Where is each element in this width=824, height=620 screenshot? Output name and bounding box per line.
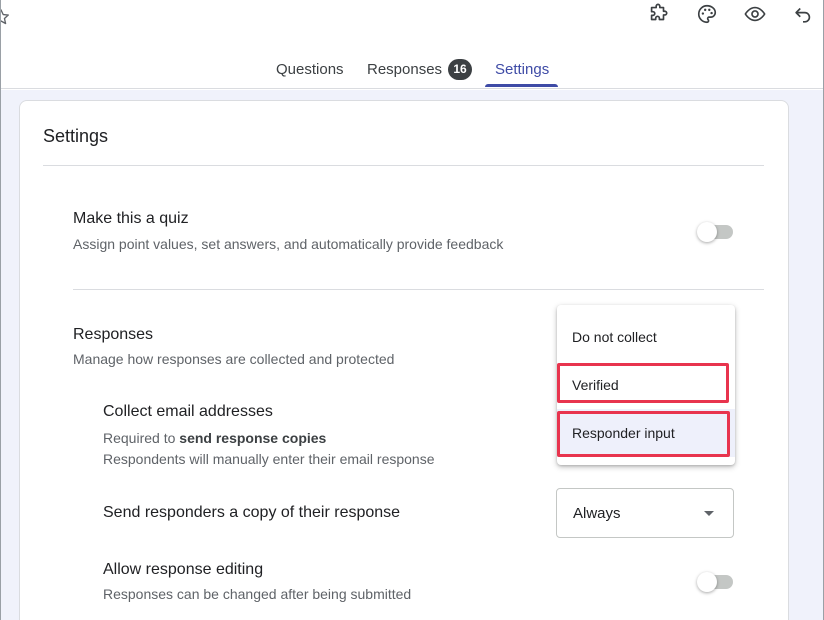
settings-title: Settings <box>43 126 109 146</box>
settings-title-divider <box>43 165 764 166</box>
send-copy-select[interactable]: Always <box>556 488 734 538</box>
active-tab-indicator <box>485 84 558 87</box>
chevron-down-icon <box>704 511 714 516</box>
star-icon[interactable] <box>0 8 10 26</box>
quiz-setting-description: Assign point values, set answers, and au… <box>73 236 504 252</box>
dropdown-option-do-not-collect[interactable]: Do not collect <box>557 313 735 361</box>
send-copy-title: Send responders a copy of their response <box>103 504 401 521</box>
quiz-divider <box>73 289 764 290</box>
highlight-box-responder-input <box>557 411 730 457</box>
undo-icon[interactable] <box>790 2 816 26</box>
collect-email-description: Respondents will manually enter their em… <box>103 451 435 467</box>
collect-email-requirement: Required to send response copies <box>103 430 326 446</box>
tab-bar: Questions Responses Settings <box>0 56 824 89</box>
palette-icon[interactable] <box>694 2 720 26</box>
preview-eye-icon[interactable] <box>742 2 768 26</box>
quiz-setting-title: Make this a quiz <box>73 210 189 227</box>
quiz-toggle[interactable] <box>697 221 733 242</box>
toggle-thumb <box>697 572 717 592</box>
addon-puzzle-icon[interactable] <box>645 2 671 26</box>
allow-editing-toggle[interactable] <box>697 571 733 592</box>
allow-editing-title: Allow response editing <box>103 561 264 578</box>
responses-section-description: Manage how responses are collected and p… <box>73 351 395 367</box>
send-response-copies-emphasis: send response copies <box>179 430 327 446</box>
send-copy-selected-value: Always <box>573 505 621 522</box>
toggle-thumb <box>697 222 717 242</box>
app-header: Questions Responses Settings 16 <box>0 0 824 89</box>
responses-section-title: Responses <box>73 326 154 343</box>
tab-responses[interactable]: Responses <box>367 56 442 89</box>
highlight-box-verified <box>557 363 729 403</box>
tab-questions[interactable]: Questions <box>276 56 344 89</box>
responses-count-badge: 16 <box>448 59 472 80</box>
collect-email-title: Collect email addresses <box>103 403 273 420</box>
allow-editing-description: Responses can be changed after being sub… <box>103 586 412 602</box>
collect-email-requirement-prefix: Required to <box>103 430 180 446</box>
